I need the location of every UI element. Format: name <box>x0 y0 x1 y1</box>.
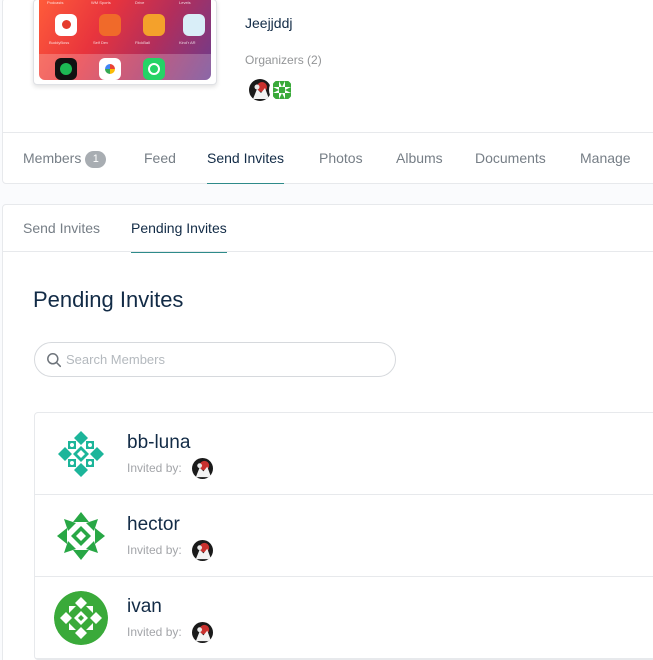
identicon-icon <box>54 509 108 563</box>
group-nav: Members 1 Feed Send Invites Photos Albums… <box>3 132 653 184</box>
list-item[interactable]: bb-luna Invited by: <box>35 413 653 495</box>
invited-by-label: Invited by: <box>127 543 182 557</box>
member-name[interactable]: ivan <box>127 596 162 618</box>
inviter-avatar[interactable] <box>192 540 213 561</box>
avatar-photo-icon <box>192 622 213 643</box>
subtab-send-invites[interactable]: Send Invites <box>23 205 100 252</box>
group-title: Jeejjddj <box>245 15 293 31</box>
avatar-photo-icon <box>249 79 271 101</box>
subtab-pending-invites[interactable]: Pending Invites <box>131 205 227 253</box>
tab-documents[interactable]: Documents <box>475 133 546 185</box>
tab-albums[interactable]: Albums <box>396 133 443 185</box>
organizer-avatar-2[interactable] <box>269 77 295 103</box>
avatar-photo-icon <box>192 540 213 561</box>
search-icon <box>47 353 62 368</box>
tab-feed[interactable]: Feed <box>144 133 176 185</box>
tab-members[interactable]: Members 1 <box>23 133 107 185</box>
list-item[interactable]: ivan Invited by: <box>35 577 653 659</box>
group-cover-image[interactable]: Podcasts WM Sports Drive Levels BuddyBos… <box>33 0 217 85</box>
member-avatar[interactable] <box>54 591 108 645</box>
tab-send-invites[interactable]: Send Invites <box>207 133 285 185</box>
list-item[interactable]: hector Invited by: <box>35 495 653 577</box>
identicon-icon <box>54 427 108 481</box>
invites-panel: Send Invites Pending Invites Pending Inv… <box>2 204 653 660</box>
invited-by-label: Invited by: <box>127 625 182 639</box>
member-avatar[interactable] <box>54 427 108 481</box>
member-avatar[interactable] <box>54 509 108 563</box>
page-title: Pending Invites <box>33 287 184 312</box>
inviter-avatar[interactable] <box>192 622 213 643</box>
search-input[interactable] <box>66 344 386 375</box>
search-box <box>34 342 396 377</box>
inviter-avatar[interactable] <box>192 458 213 479</box>
phone-screenshot: Podcasts WM Sports Drive Levels BuddyBos… <box>39 0 211 80</box>
pending-invites-list: bb-luna Invited by: hector Invited by: i… <box>34 412 653 660</box>
invited-by-label: Invited by: <box>127 461 182 475</box>
member-name[interactable]: hector <box>127 514 180 536</box>
identicon-icon <box>271 79 293 101</box>
identicon-icon <box>54 591 108 645</box>
tab-manage[interactable]: Manage <box>580 133 631 185</box>
invites-subnav: Send Invites Pending Invites <box>3 205 653 253</box>
members-count-badge: 1 <box>85 151 107 168</box>
member-name[interactable]: bb-luna <box>127 432 190 454</box>
tab-photos[interactable]: Photos <box>319 133 363 185</box>
tab-members-label: Members <box>23 150 82 166</box>
organizers-label: Organizers (2) <box>245 53 322 67</box>
group-header: Podcasts WM Sports Drive Levels BuddyBos… <box>2 0 653 184</box>
avatar-photo-icon <box>192 458 213 479</box>
